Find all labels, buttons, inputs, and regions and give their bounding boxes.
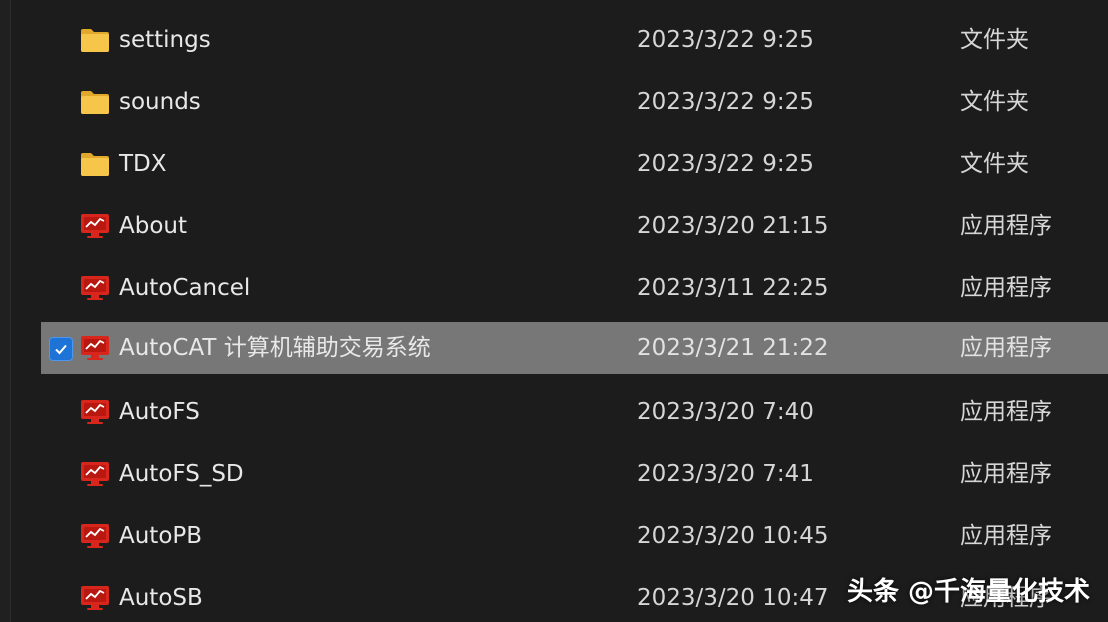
app-chart-icon bbox=[80, 212, 110, 240]
file-name: TDX bbox=[119, 151, 167, 177]
file-date-modified: 2023/3/22 9:25 bbox=[637, 151, 814, 177]
file-row[interactable]: About 2023/3/20 21:15 应用程序 bbox=[41, 200, 1108, 252]
app-chart-icon bbox=[80, 460, 110, 488]
file-type: 应用程序 bbox=[960, 523, 1052, 549]
file-row[interactable]: AutoCancel 2023/3/11 22:25 应用程序 bbox=[41, 262, 1108, 314]
file-name: About bbox=[119, 213, 188, 239]
file-date-modified: 2023/3/20 10:47 bbox=[637, 585, 829, 611]
file-row[interactable]: sounds 2023/3/22 9:25 文件夹 bbox=[41, 76, 1108, 128]
file-explorer-window: settings 2023/3/22 9:25 文件夹 sounds 2023/… bbox=[0, 0, 1108, 622]
file-row[interactable]: TDX 2023/3/22 9:25 文件夹 bbox=[41, 138, 1108, 190]
app-chart-icon bbox=[80, 398, 110, 426]
file-type: 文件夹 bbox=[960, 151, 1029, 177]
folder-icon bbox=[80, 88, 110, 116]
file-row[interactable]: AutoCAT 计算机辅助交易系统 2023/3/21 21:22 应用程序 bbox=[41, 322, 1108, 374]
file-type: 应用程序 bbox=[960, 335, 1052, 361]
file-date-modified: 2023/3/21 21:22 bbox=[637, 335, 829, 361]
file-type: 应用程序 bbox=[960, 275, 1052, 301]
folder-icon bbox=[80, 150, 110, 178]
file-date-modified: 2023/3/11 22:25 bbox=[637, 275, 829, 301]
file-row[interactable]: AutoFS_SD 2023/3/20 7:41 应用程序 bbox=[41, 448, 1108, 500]
app-chart-icon bbox=[80, 334, 110, 362]
file-date-modified: 2023/3/20 10:45 bbox=[637, 523, 829, 549]
select-checkbox[interactable] bbox=[49, 337, 73, 361]
file-date-modified: 2023/3/20 21:15 bbox=[637, 213, 829, 239]
file-name: AutoCancel bbox=[119, 275, 251, 301]
file-type: 文件夹 bbox=[960, 89, 1029, 115]
file-date-modified: 2023/3/20 7:40 bbox=[637, 399, 814, 425]
file-name: AutoFS bbox=[119, 399, 200, 425]
file-name: AutoFS_SD bbox=[119, 461, 244, 487]
file-type: 应用程序 bbox=[960, 399, 1052, 425]
watermark: 头条 @千海量化技术 bbox=[846, 577, 1090, 607]
file-row[interactable]: settings 2023/3/22 9:25 文件夹 bbox=[41, 14, 1108, 66]
folder-icon bbox=[80, 26, 110, 54]
file-date-modified: 2023/3/22 9:25 bbox=[637, 27, 814, 53]
file-name: AutoCAT 计算机辅助交易系统 bbox=[119, 335, 431, 361]
app-chart-icon bbox=[80, 584, 110, 612]
file-date-modified: 2023/3/20 7:41 bbox=[637, 461, 814, 487]
file-list: settings 2023/3/22 9:25 文件夹 sounds 2023/… bbox=[0, 0, 1108, 622]
file-date-modified: 2023/3/22 9:25 bbox=[637, 89, 814, 115]
app-chart-icon bbox=[80, 522, 110, 550]
app-chart-icon bbox=[80, 274, 110, 302]
file-row[interactable]: AutoFS 2023/3/20 7:40 应用程序 bbox=[41, 386, 1108, 438]
file-name: sounds bbox=[119, 89, 201, 115]
file-type: 文件夹 bbox=[960, 27, 1029, 53]
file-type: 应用程序 bbox=[960, 213, 1052, 239]
file-row[interactable]: AutoPB 2023/3/20 10:45 应用程序 bbox=[41, 510, 1108, 562]
file-name: AutoSB bbox=[119, 585, 203, 611]
checkmark-icon bbox=[53, 341, 69, 357]
file-name: AutoPB bbox=[119, 523, 203, 549]
file-name: settings bbox=[119, 27, 211, 53]
file-type: 应用程序 bbox=[960, 461, 1052, 487]
